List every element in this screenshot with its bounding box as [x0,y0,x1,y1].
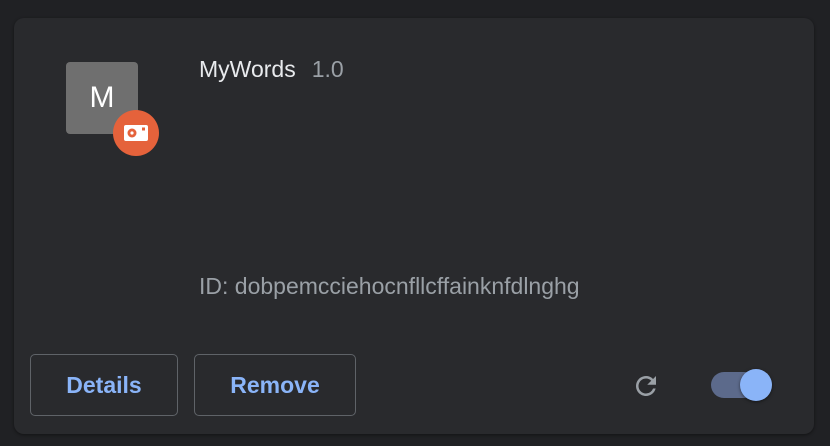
extension-id: ID: dobpemcciehocnfllcffainknfdlnghg [199,273,580,299]
extension-name: MyWords [199,56,296,82]
enable-toggle[interactable] [711,369,772,401]
details-button[interactable]: Details [30,354,178,416]
toggle-knob [740,369,772,401]
hard-drive-icon [124,125,148,141]
remove-button[interactable]: Remove [194,354,356,416]
reload-icon[interactable] [628,368,664,404]
unpacked-source-icon [113,110,159,156]
extension-card: M MyWords 1.0 ID: dobpemcciehocnfllcffai… [14,18,814,434]
extension-icon-letter: M [89,81,115,114]
extension-title-row: MyWords 1.0 [199,56,344,83]
extension-version: 1.0 [311,56,344,82]
